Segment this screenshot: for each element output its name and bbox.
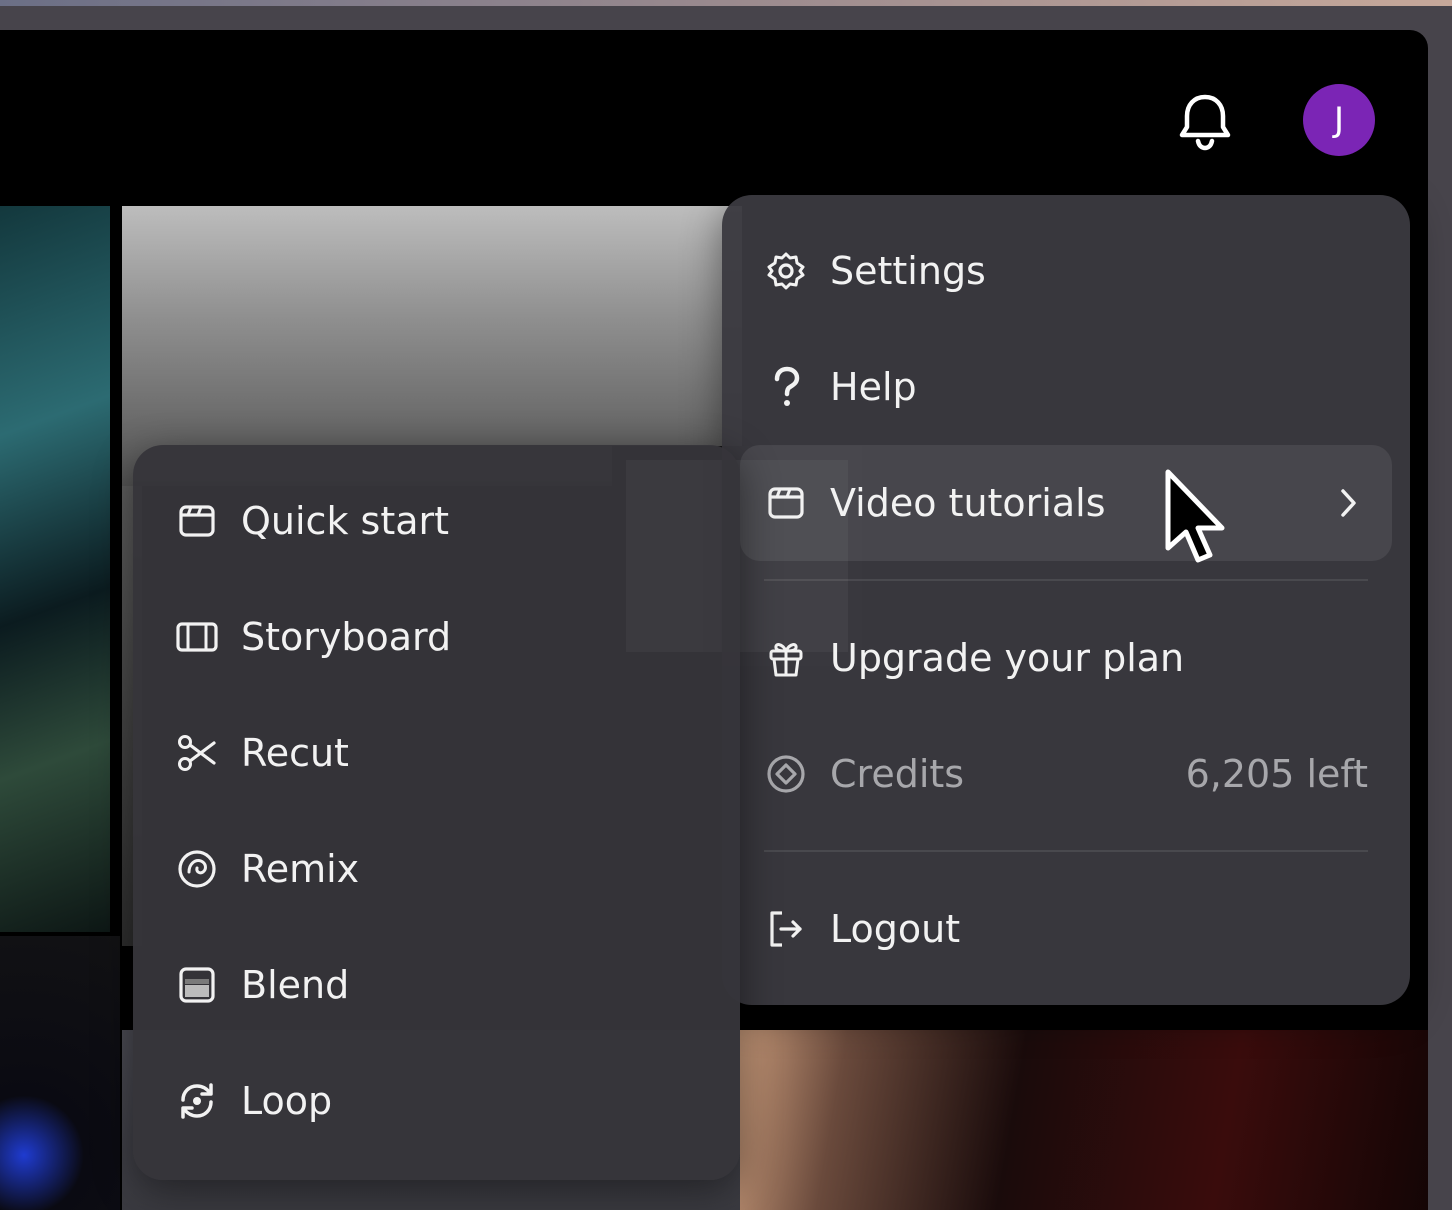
credits-icon (764, 752, 808, 796)
chevron-right-icon (1332, 487, 1364, 519)
mouse-cursor-icon (1162, 468, 1232, 568)
bell-icon (1179, 94, 1231, 151)
credits-remaining: 6,205 left (1185, 752, 1368, 796)
menu-item-label: Logout (830, 907, 961, 951)
menu-item-help[interactable]: Help (764, 329, 1368, 445)
blend-icon (175, 963, 219, 1007)
submenu-item-remix[interactable]: Remix (175, 811, 695, 927)
menu-item-label: Settings (830, 249, 986, 293)
submenu-item-loop[interactable]: Loop (175, 1043, 695, 1159)
submenu-item-label: Quick start (241, 499, 450, 543)
scissors-icon (175, 731, 219, 775)
menu-item-upgrade-plan[interactable]: Upgrade your plan (764, 600, 1368, 716)
media-thumbnail[interactable] (0, 206, 110, 932)
menu-item-settings[interactable]: Settings (764, 213, 1368, 329)
gear-icon (764, 249, 808, 293)
gift-icon (764, 636, 808, 680)
menu-divider (764, 579, 1368, 581)
menu-item-label: Credits (830, 752, 965, 796)
submenu-item-label: Recut (241, 731, 349, 775)
menu-item-credits: Credits 6,205 left (764, 716, 1368, 832)
avatar-initial: J (1333, 100, 1345, 140)
submenu-item-label: Storyboard (241, 615, 452, 659)
clapperboard-icon (764, 481, 808, 525)
avatar[interactable]: J (1303, 84, 1375, 156)
submenu-item-label: Loop (241, 1079, 333, 1123)
submenu-item-label: Remix (241, 847, 360, 891)
menu-item-logout[interactable]: Logout (764, 871, 1368, 987)
loop-icon (175, 1079, 219, 1123)
submenu-item-label: Blend (241, 963, 350, 1007)
submenu-item-recut[interactable]: Recut (175, 695, 695, 811)
media-thumbnail[interactable] (740, 1030, 1428, 1210)
video-tutorials-submenu: Quick start Storyboard Recut Remix Blend… (133, 445, 740, 1180)
menu-item-label: Video tutorials (830, 481, 1106, 525)
submenu-item-blend[interactable]: Blend (175, 927, 695, 1043)
remix-icon (175, 847, 219, 891)
logout-icon (764, 907, 808, 951)
menu-item-video-tutorials[interactable]: Video tutorials (740, 445, 1392, 561)
notifications-button[interactable] (1172, 88, 1238, 154)
menu-item-label: Help (830, 365, 917, 409)
menu-item-label: Upgrade your plan (830, 636, 1185, 680)
media-thumbnail[interactable] (0, 936, 120, 1210)
submenu-item-storyboard[interactable]: Storyboard (175, 579, 695, 695)
menu-divider (764, 850, 1368, 852)
question-icon (764, 365, 808, 409)
storyboard-icon (175, 615, 219, 659)
account-menu: Settings Help Video tutorials Upgrade yo… (722, 195, 1410, 1005)
media-thumbnail[interactable] (122, 206, 862, 666)
submenu-item-quick-start[interactable]: Quick start (175, 463, 695, 579)
clapperboard-icon (175, 499, 219, 543)
